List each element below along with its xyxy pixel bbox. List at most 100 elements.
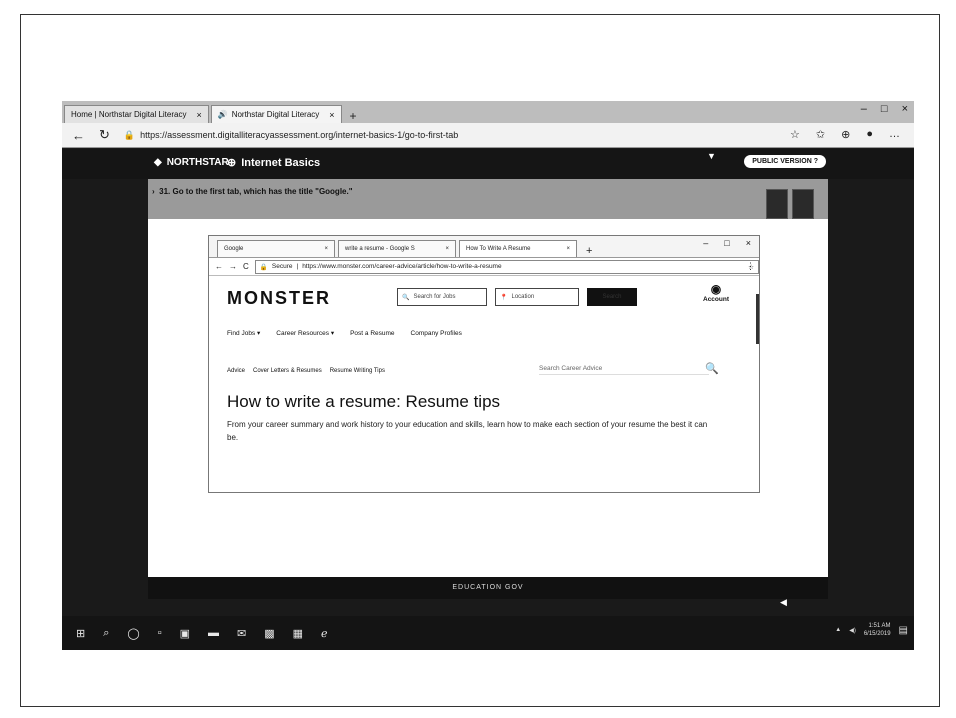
subnav-advice[interactable]: Advice [227, 368, 245, 374]
system-tray: ▲ ◀) 1:51 AM 6/15/2019 ▤ [835, 622, 908, 638]
section-title-text: Internet Basics [241, 156, 321, 169]
play-icon[interactable]: ◀ [780, 597, 787, 608]
screen: Home | Northstar Digital Literacy × 🔊 No… [62, 101, 914, 650]
outer-tab-bar: Home | Northstar Digital Literacy × 🔊 No… [62, 101, 914, 123]
northstar-header: ◆ NORTHSTAR ⊕ Internet Basics ▼ PUBLIC V… [62, 149, 914, 179]
search-icon[interactable]: ⌕ [103, 627, 109, 640]
outer-tab-home[interactable]: Home | Northstar Digital Literacy × [64, 105, 209, 123]
close-icon[interactable]: × [324, 246, 328, 252]
windows-taskbar: ⊞ ⌕ ◯ ▫ ▣ ▬ ✉ ▩ ▦ ℯ ▲ ◀) 1:51 AM 6/15/20… [62, 616, 914, 650]
edge-icon[interactable]: ℯ [321, 627, 328, 640]
new-tab-button[interactable]: + [344, 109, 363, 123]
network-icon[interactable]: ▲ [835, 627, 841, 633]
lock-icon: 🔒 [259, 263, 268, 271]
subnav-resume-tips[interactable]: Resume Writing Tips [330, 368, 385, 374]
mail-icon[interactable]: ✉ [237, 627, 246, 640]
search-icon: 🔍 [402, 294, 410, 301]
advice-subnav: Advice Cover Letters & Resumes Resume Wr… [209, 354, 759, 388]
inner-tab-google[interactable]: Google × [217, 240, 335, 257]
public-version-text: PUBLIC VERSION [752, 158, 812, 165]
status-strip: EDUCATION GOV [148, 577, 828, 599]
store-icon[interactable]: ▣ [180, 627, 190, 640]
northstar-logo-text: NORTHSTAR [166, 157, 229, 168]
audio-button[interactable] [766, 189, 788, 219]
chevron-right-icon: › [152, 187, 157, 196]
outer-url-text: https://assessment.digitalliteracyassess… [140, 130, 459, 140]
maximize-icon[interactable]: □ [881, 103, 888, 115]
back-icon[interactable]: ← [215, 262, 223, 271]
subnav-cover-letters[interactable]: Cover Letters & Resumes [253, 368, 322, 374]
inner-tab-monster[interactable]: How To Write A Resume × [459, 240, 577, 257]
inner-new-tab-button[interactable]: + [580, 245, 598, 257]
more-icon[interactable]: … [889, 128, 900, 141]
nav-find-jobs[interactable]: Find Jobs ▾ [227, 329, 260, 337]
close-icon[interactable]: × [566, 246, 570, 252]
globe-icon: ⊕ [227, 157, 237, 169]
clock-time: 1:51 AM [868, 623, 891, 629]
close-icon[interactable]: × [445, 246, 449, 252]
cortana-icon[interactable]: ◯ [127, 627, 139, 640]
account-button[interactable]: ◉ Account [703, 282, 729, 303]
search-button[interactable]: Search [587, 288, 637, 306]
monster-logo[interactable]: MONSTER [227, 288, 331, 309]
task-instruction-text: 31. Go to the first tab, which has the t… [159, 187, 353, 196]
nav-company-profiles[interactable]: Company Profiles [411, 330, 462, 337]
inner-tab-search-label: write a resume - Google S [345, 246, 415, 252]
nav-post-resume[interactable]: Post a Resume [350, 330, 394, 337]
northstar-logo[interactable]: ◆ NORTHSTAR [154, 157, 229, 168]
help-icon: ? [813, 158, 818, 165]
minimize-icon[interactable]: – [703, 238, 708, 248]
collections-icon[interactable]: ⊕ [841, 128, 850, 141]
more-vertical-icon[interactable]: ⋮ [746, 261, 755, 272]
compass-icon: ◆ [154, 157, 162, 168]
account-icon: ◉ [710, 282, 722, 296]
clock-date: 6/15/2019 [863, 631, 891, 637]
profile-icon[interactable]: ● [866, 128, 873, 141]
inner-tab-google-label: Google [224, 246, 244, 252]
close-window-icon[interactable]: × [746, 238, 751, 248]
back-icon[interactable]: ← [72, 128, 85, 143]
inner-url-field[interactable]: 🔒 Secure | https://www.monster.com/caree… [254, 259, 759, 274]
windows-start-icon[interactable]: ⊞ [76, 627, 85, 640]
outer-url-field[interactable]: 🔒 https://assessment.digitalliteracyasse… [124, 130, 458, 141]
public-version-badge[interactable]: PUBLIC VERSION ? [744, 155, 826, 168]
close-window-icon[interactable]: × [902, 103, 908, 115]
refresh-icon[interactable]: C [243, 262, 249, 271]
refresh-icon[interactable]: ↻ [99, 127, 110, 143]
monster-header: MONSTER 🔍 Search for Jobs 📍 Location Sea… [209, 276, 759, 322]
inner-tab-bar: Google × write a resume - Google S × How… [209, 236, 759, 258]
close-icon[interactable]: × [329, 110, 334, 120]
job-search-input[interactable]: 🔍 Search for Jobs [397, 288, 487, 306]
inner-url-text: https://www.monster.com/career-advice/ar… [302, 263, 502, 270]
advice-search-input[interactable]: Search Career Advice [539, 365, 709, 375]
minimize-icon[interactable]: – [861, 103, 867, 115]
clock[interactable]: 1:51 AM 6/15/2019 [864, 622, 891, 638]
close-icon[interactable]: × [196, 110, 201, 120]
favorites-icon[interactable]: ✩ [816, 128, 825, 141]
menu-button[interactable] [792, 189, 814, 219]
nav-career-resources[interactable]: Career Resources ▾ [276, 329, 334, 337]
maximize-icon[interactable]: □ [724, 238, 729, 248]
inner-tab-search[interactable]: write a resume - Google S × [338, 240, 456, 257]
volume-icon[interactable]: ◀) [849, 627, 856, 634]
task-instruction: › 31. Go to the first tab, which has the… [152, 187, 353, 196]
task-bar: › 31. Go to the first tab, which has the… [148, 179, 828, 219]
taskbar-icons: ⊞ ⌕ ◯ ▫ ▣ ▬ ✉ ▩ ▦ ℯ [62, 627, 328, 640]
article-lead: From your career summary and work histor… [227, 420, 708, 442]
notifications-icon[interactable]: ▤ [899, 625, 908, 636]
simulation-stage: Google × write a resume - Google S × How… [148, 219, 828, 577]
scrollbar[interactable] [756, 294, 759, 344]
folder-icon[interactable]: ▬ [208, 627, 219, 640]
search-icon[interactable]: 🔍 [705, 362, 719, 375]
forward-icon[interactable]: → [229, 262, 237, 271]
monster-main-nav: Find Jobs ▾ Career Resources ▾ Post a Re… [209, 322, 759, 344]
outer-address-bar: ← ↻ 🔒 https://assessment.digitalliteracy… [62, 123, 914, 148]
bookmark-icon: ▼ [707, 151, 716, 161]
outer-tab-northstar[interactable]: 🔊 Northstar Digital Literacy × [210, 105, 342, 123]
task-view-icon[interactable]: ▫ [158, 627, 162, 640]
star-icon[interactable]: ☆ [790, 128, 800, 141]
location-input[interactable]: 📍 Location [495, 288, 579, 306]
calendar-icon[interactable]: ▦ [293, 627, 303, 640]
account-label: Account [703, 296, 729, 303]
photos-icon[interactable]: ▩ [264, 627, 274, 640]
